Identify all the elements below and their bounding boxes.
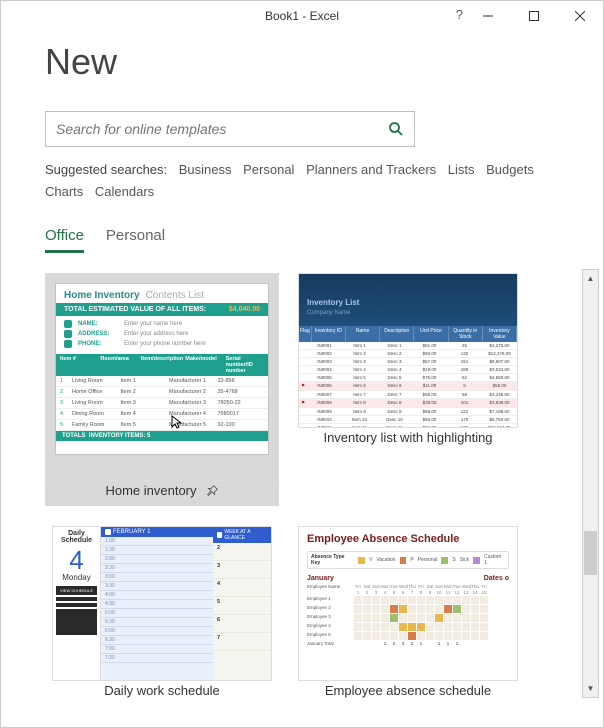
page-title: New	[45, 41, 563, 83]
scrollbar-thumb[interactable]	[584, 531, 597, 575]
template-caption: Daily work schedule	[104, 683, 220, 698]
window-title: Book1 - Excel	[265, 9, 339, 23]
tab-personal[interactable]: Personal	[106, 227, 165, 253]
suggested-link[interactable]: Budgets	[486, 159, 534, 181]
template-thumbnail: Inventory ListCompany Name Flag Inventor…	[298, 273, 518, 428]
template-card-daily-work-schedule[interactable]: Daily Schedule 4 Monday VIEW SCHEDULE FE…	[45, 526, 279, 698]
suggested-link[interactable]: Personal	[243, 159, 294, 181]
template-gallery: Home InventoryContents List TOTAL ESTIMA…	[45, 269, 563, 698]
template-thumbnail: Home InventoryContents List TOTAL ESTIMA…	[45, 273, 279, 481]
template-card-home-inventory[interactable]: Home InventoryContents List TOTAL ESTIMA…	[45, 273, 279, 506]
template-source-tabs: Office Personal	[45, 227, 563, 253]
title-bar: Book1 - Excel ?	[1, 1, 603, 31]
template-caption: Home inventory	[105, 483, 196, 498]
minimize-button[interactable]	[465, 1, 511, 31]
suggested-link[interactable]: Calendars	[95, 181, 154, 203]
cursor-icon	[170, 414, 186, 430]
template-thumbnail: Employee Absence Schedule Absence Type K…	[298, 526, 518, 681]
search-icon[interactable]	[388, 121, 404, 137]
scrollbar-track[interactable]	[583, 287, 598, 680]
scroll-down-button[interactable]: ▼	[583, 680, 598, 697]
suggested-label: Suggested searches:	[45, 162, 167, 177]
scroll-up-button[interactable]: ▲	[583, 270, 598, 287]
tab-office[interactable]: Office	[45, 227, 84, 253]
search-input[interactable]	[56, 121, 388, 137]
suggested-link[interactable]: Business	[179, 159, 232, 181]
template-card-employee-absence-schedule[interactable]: Employee Absence Schedule Absence Type K…	[291, 526, 525, 698]
window-controls	[465, 1, 603, 31]
template-caption: Inventory list with highlighting	[323, 430, 492, 445]
template-thumbnail: Daily Schedule 4 Monday VIEW SCHEDULE FE…	[52, 526, 272, 681]
pin-icon[interactable]	[205, 484, 219, 498]
gallery-scrollbar[interactable]: ▲ ▼	[582, 269, 599, 698]
suggested-link[interactable]: Lists	[448, 159, 475, 181]
template-card-inventory-list-highlighting[interactable]: Inventory ListCompany Name Flag Inventor…	[291, 273, 525, 506]
suggested-link[interactable]: Planners and Trackers	[306, 159, 436, 181]
template-caption: Employee absence schedule	[325, 683, 491, 698]
help-button[interactable]: ?	[456, 7, 463, 22]
suggested-link[interactable]: Charts	[45, 181, 83, 203]
suggested-searches: Suggested searches: Business Personal Pl…	[45, 159, 545, 203]
close-button[interactable]	[557, 1, 603, 31]
maximize-button[interactable]	[511, 1, 557, 31]
search-box[interactable]	[45, 111, 415, 147]
